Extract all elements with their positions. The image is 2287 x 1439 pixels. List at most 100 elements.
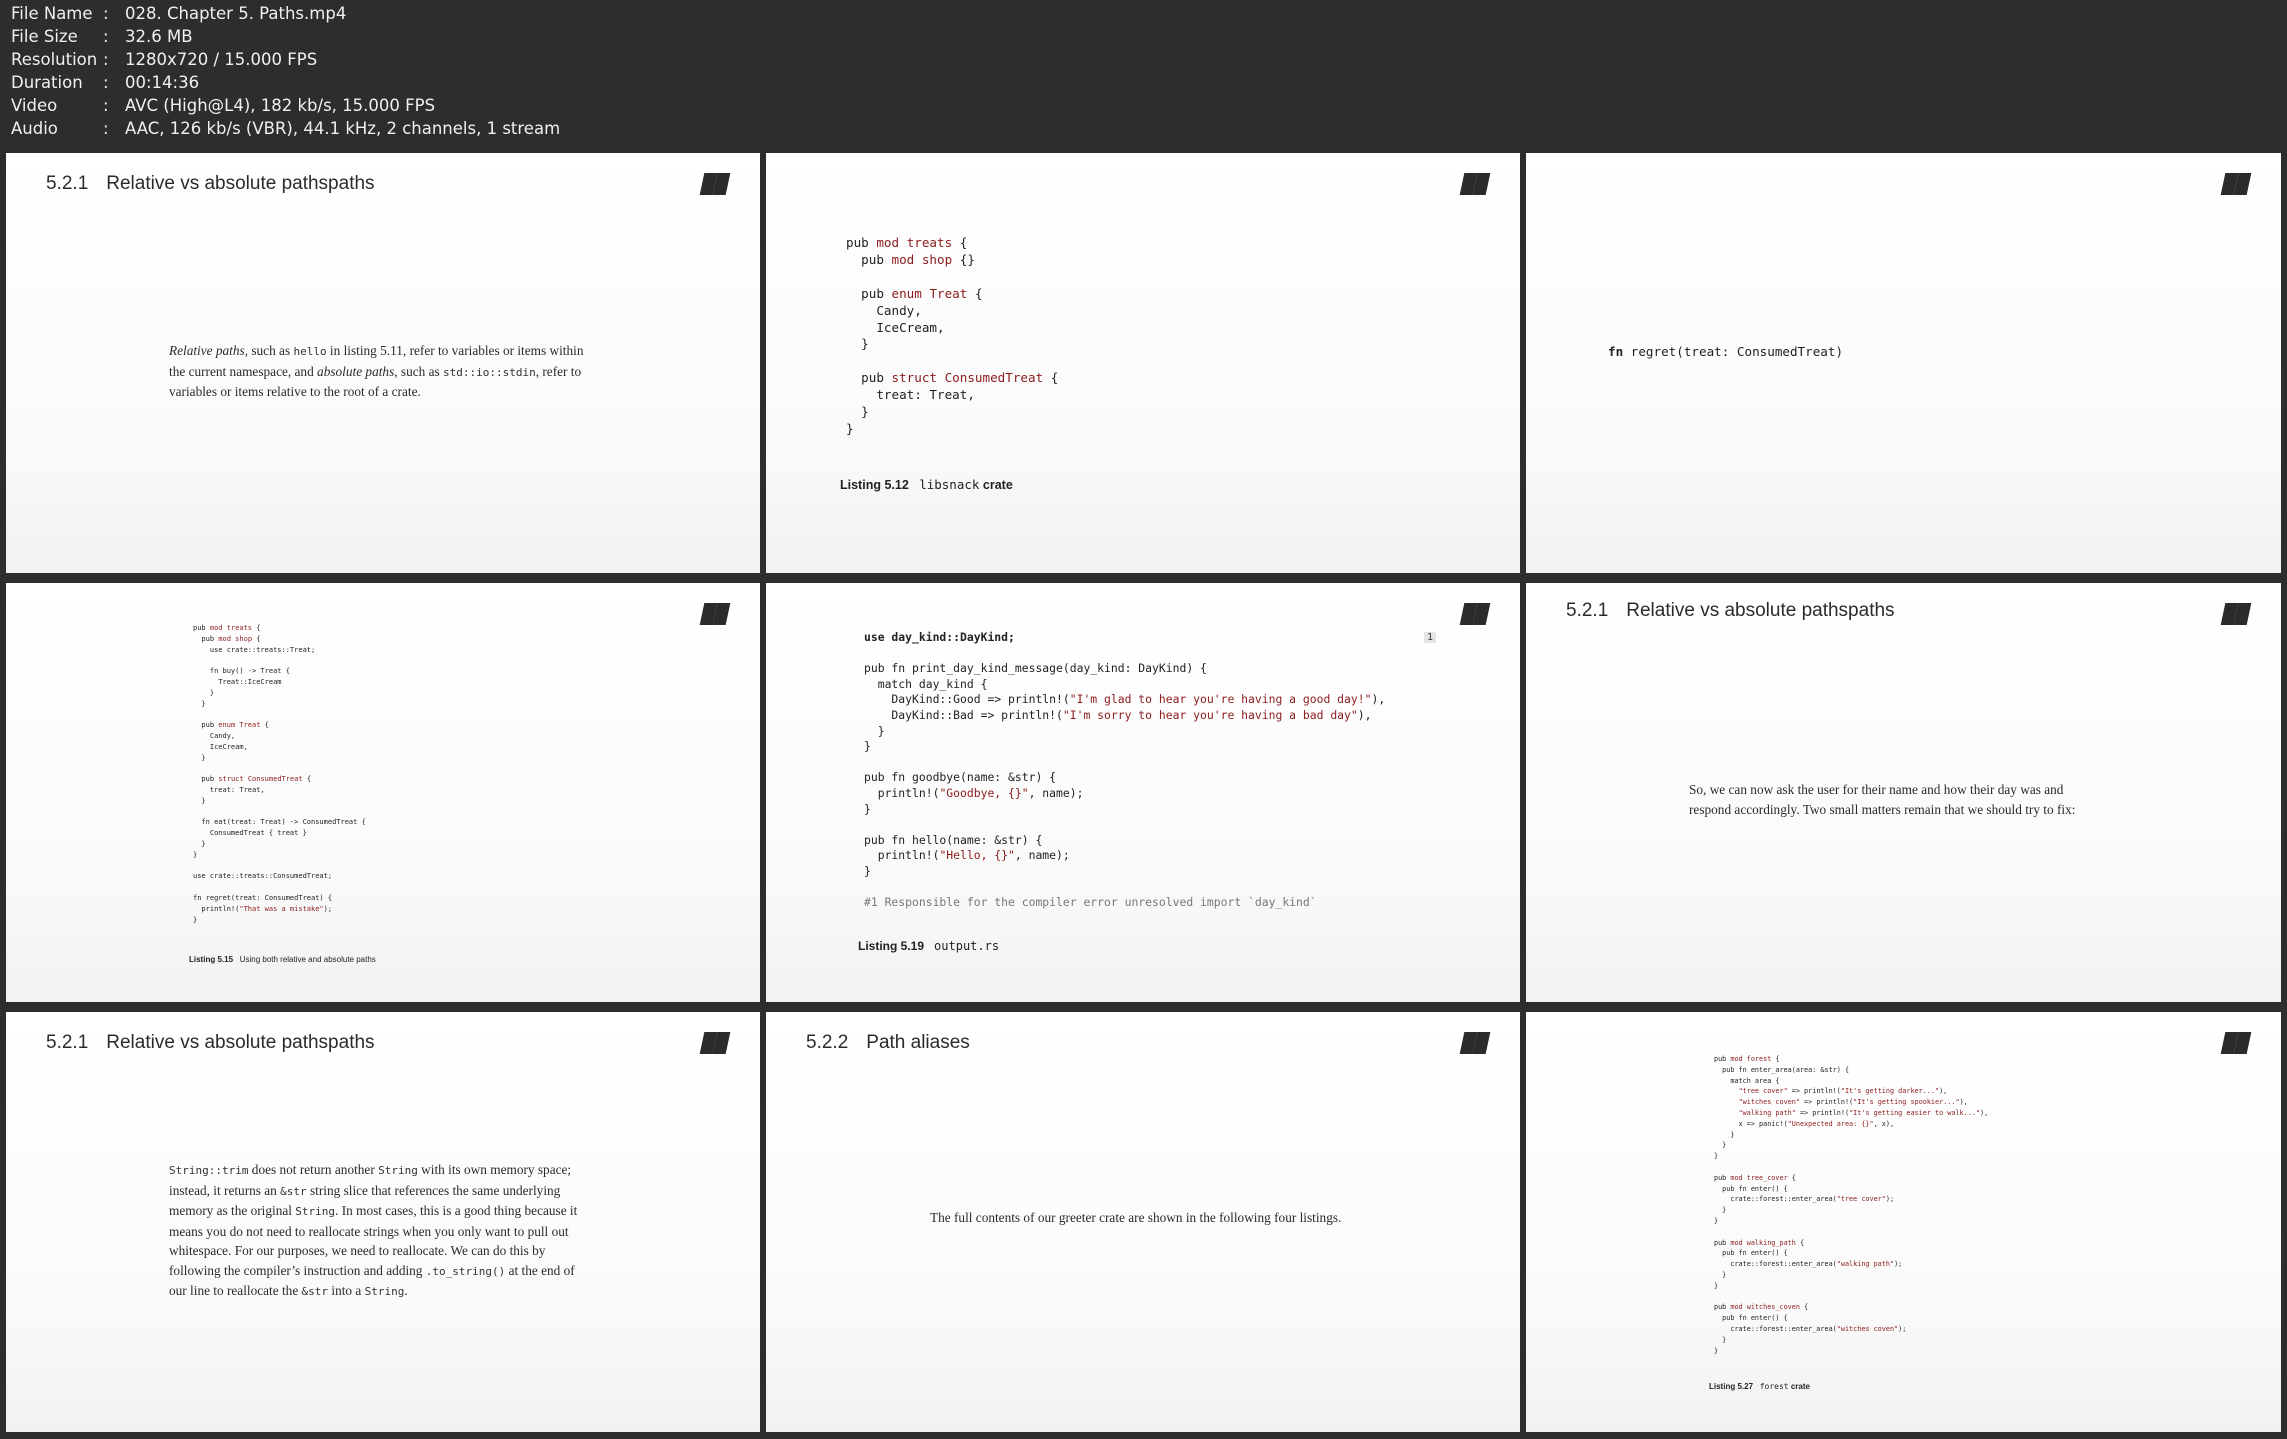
code-line: }	[846, 420, 854, 436]
code-line: #1 Responsible for the compiler error un…	[864, 895, 1317, 910]
thumbnail-slide-5[interactable]: 1 use day_kind::DayKind; pub fn print_da…	[766, 583, 1520, 1002]
code-line: }	[864, 739, 871, 754]
code-line: pub fn enter() {	[1714, 1184, 1788, 1193]
code-line: pub mod forest {	[1714, 1055, 1780, 1063]
listing-caption: Listing 5.15 Using both relative and abs…	[189, 955, 376, 964]
code-line: pub mod tree_cover {	[1714, 1173, 1796, 1182]
code-line: println!("That was a mistake");	[193, 904, 333, 913]
code-listing: use day_kind::DayKind; pub fn print_day_…	[864, 630, 1385, 911]
thumbnail-slide-3[interactable]: fn regret(treat: ConsumedTreat)	[1526, 153, 2281, 573]
code-line: pub mod shop {	[193, 634, 261, 643]
code-line: pub enum Treat {	[193, 721, 269, 730]
publisher-logo-icon	[698, 173, 731, 195]
code-line: Candy,	[193, 731, 236, 740]
code-line: pub fn enter() {	[1714, 1249, 1788, 1258]
code-line: }	[1714, 1130, 1735, 1139]
annotation-badge: 1	[1424, 632, 1437, 643]
code-line: pub mod witches_coven {	[1714, 1303, 1809, 1312]
code-line: pub mod treats {	[193, 624, 261, 632]
code-line: crate::forest::enter_area("tree cover");	[1714, 1195, 1895, 1204]
code-line: }	[864, 801, 871, 816]
code-line: Candy,	[846, 302, 922, 318]
code-line: "witches coven" => println!("It's gettin…	[1738, 1098, 1968, 1107]
publisher-logo-icon	[2219, 1032, 2252, 1054]
code-line: pub mod walking_path {	[1714, 1238, 1805, 1247]
code-line: pub fn goodbye(name: &str) {	[864, 770, 1057, 785]
code-line: crate::forest::enter_area("witches coven…	[1714, 1324, 1907, 1333]
code-line: fn eat(treat: Treat) -> ConsumedTreat {	[193, 818, 366, 827]
code-line: }	[1714, 1335, 1727, 1344]
code-line: use day_kind::DayKind;	[864, 630, 1015, 644]
listing-caption: Listing 5.12 libsnack crate	[840, 477, 1013, 492]
file-info-header: File Name:028. Chapter 5. Paths.mp4 File…	[0, 0, 2287, 148]
code-line: }	[846, 404, 869, 420]
code-line: treat: Treat,	[846, 387, 975, 403]
publisher-logo-icon	[1458, 1032, 1491, 1054]
thumbnail-slide-6[interactable]: 5.2.1 Relative vs absolute pathspaths So,…	[1526, 583, 2281, 1002]
publisher-logo-icon	[698, 1032, 731, 1054]
code-line: DayKind::Good => println!("I'm glad to h…	[864, 692, 1386, 707]
code-line: }	[864, 863, 871, 878]
slide-section-heading: 5.2.2 Path aliases	[806, 1032, 970, 1053]
code-line: pub enum Treat {	[846, 285, 983, 301]
code-line: use crate::treats::ConsumedTreat;	[193, 872, 333, 881]
code-signature: fn regret(treat: ConsumedTreat)	[1608, 344, 1844, 359]
publisher-logo-icon	[1458, 173, 1491, 195]
code-line: }	[1714, 1216, 1719, 1225]
code-line: fn buy() -> Treat {	[193, 667, 290, 676]
code-line: }	[193, 839, 206, 848]
slide-section-heading: 5.2.1 Relative vs absolute pathspaths	[46, 173, 375, 194]
info-row-file-name: File Name:028. Chapter 5. Paths.mp4	[11, 4, 347, 23]
code-line: pub struct ConsumedTreat {	[193, 775, 312, 784]
slide-section-heading: 5.2.1 Relative vs absolute pathspaths	[1566, 600, 1895, 621]
code-line: crate::forest::enter_area("walking path"…	[1714, 1260, 1903, 1269]
code-line: }	[193, 688, 215, 697]
code-line: }	[193, 753, 206, 762]
thumbnail-slide-1[interactable]: 5.2.1 Relative vs absolute pathspaths Rel…	[6, 153, 760, 573]
code-line: match area {	[1714, 1076, 1780, 1085]
publisher-logo-icon	[1458, 603, 1491, 625]
code-line: println!("Hello, {}", name);	[864, 848, 1070, 863]
code-line: pub struct ConsumedTreat {	[846, 370, 1059, 386]
code-line: println!("Goodbye, {}", name);	[864, 785, 1084, 800]
info-row-duration: Duration:00:14:36	[11, 73, 200, 92]
code-line: pub mod shop {}	[846, 251, 975, 267]
code-line: }	[1714, 1270, 1727, 1279]
slide-paragraph: String::trim does not return another Str…	[169, 1162, 578, 1298]
code-line: IceCream,	[846, 319, 945, 335]
code-line: }	[1714, 1141, 1727, 1150]
code-line: Treat::IceCream	[193, 677, 282, 686]
code-line: pub mod treats {	[846, 235, 968, 250]
code-listing: pub mod forest { pub fn enter_area(area:…	[1714, 1054, 1988, 1356]
code-line: }	[1714, 1206, 1727, 1215]
code-line: }	[864, 723, 885, 738]
code-line: treat: Treat,	[193, 785, 265, 794]
code-line: }	[193, 699, 206, 708]
code-line: fn regret(treat: ConsumedTreat) {	[193, 893, 333, 902]
info-row-file-size: File Size:32.6 MB	[11, 27, 193, 46]
code-line: }	[1714, 1346, 1719, 1355]
thumbnail-slide-2[interactable]: pub mod treats { pub mod shop {} pub enu…	[766, 153, 1520, 573]
publisher-logo-icon	[2219, 173, 2252, 195]
code-line: }	[1714, 1152, 1719, 1161]
code-line: x => panic!("Unexpected area: {}", x),	[1714, 1119, 1895, 1128]
code-line: }	[846, 336, 869, 352]
code-line: ConsumedTreat { treat }	[193, 829, 307, 838]
code-line: use crate::treats::Treat;	[193, 645, 316, 654]
publisher-logo-icon	[698, 603, 731, 625]
thumbnail-slide-8[interactable]: 5.2.2 Path aliases The full contents of o…	[766, 1012, 1520, 1432]
code-line: }	[193, 915, 198, 924]
info-row-audio: Audio: AAC, 126 kb/s (VBR), 44.1 kHz, 2 c…	[11, 119, 561, 138]
thumbnail-slide-4[interactable]: pub mod treats { pub mod shop { use crat…	[6, 583, 760, 1002]
publisher-logo-icon	[2219, 603, 2252, 625]
thumbnail-slide-9[interactable]: pub mod forest { pub fn enter_area(area:…	[1526, 1012, 2281, 1432]
code-line: "walking path" => println!("It's getting…	[1738, 1108, 1989, 1117]
code-listing: pub mod treats { pub mod shop {} pub enu…	[846, 235, 1058, 438]
slide-paragraph: The full contents of our greeter crate a…	[930, 1210, 1342, 1225]
code-listing: pub mod treats { pub mod shop { use crat…	[193, 623, 366, 925]
code-line: }	[1714, 1281, 1719, 1290]
thumbnail-slide-7[interactable]: 5.2.1 Relative vs absolute pathspaths Str…	[6, 1012, 760, 1432]
slide-paragraph: Relative paths, such as hello in listing…	[169, 343, 584, 399]
listing-caption: Listing 5.27 forest crate	[1709, 1382, 1810, 1391]
code-line: pub fn enter() {	[1714, 1314, 1788, 1323]
